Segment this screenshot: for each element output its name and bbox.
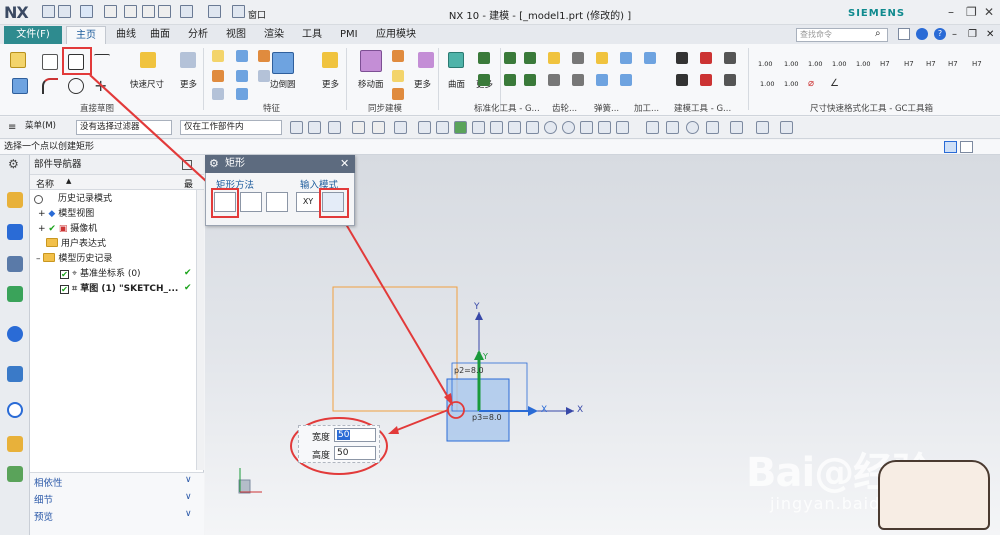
sketch-x-label: X	[541, 405, 548, 415]
input-xy-button[interactable]: XY	[296, 192, 320, 212]
width-value[interactable]: 50	[337, 430, 351, 440]
method-center-button[interactable]	[266, 192, 288, 212]
close-icon[interactable]: ✕	[340, 157, 349, 170]
input-mode-highlight	[319, 188, 349, 218]
height-input[interactable]: 50	[334, 446, 376, 460]
annotation-arrow	[89, 74, 219, 193]
sketch-x-arrow-icon	[528, 406, 538, 416]
triad-box-icon	[238, 479, 251, 494]
method-three-points-button[interactable]	[240, 192, 262, 212]
y-arrow-icon	[475, 312, 483, 320]
y-axis-label: Y	[474, 302, 480, 312]
dialog-title: 矩形	[205, 155, 355, 173]
annotation-arrow	[391, 409, 449, 433]
annotation-arrow	[339, 213, 453, 405]
sketch-y-label: Y	[483, 352, 488, 361]
gear-icon[interactable]: ⚙	[209, 157, 219, 170]
width-input[interactable]: 50	[334, 428, 376, 442]
x-axis-label: X	[577, 405, 584, 415]
annotation-arrowhead-icon	[388, 426, 399, 434]
x-arrow-icon	[566, 407, 574, 415]
height-label: 高度	[312, 451, 331, 461]
cat-mascot-icon	[878, 460, 990, 530]
width-label: 宽度	[312, 433, 331, 443]
dimension-p2[interactable]: p2=8.0	[454, 366, 484, 375]
dimension-p3[interactable]: p3=8.0	[472, 413, 502, 422]
method-highlight	[211, 188, 239, 218]
nx-window: NX 窗口 NX 10 - 建模 - [_model1.prt (修改的) ] …	[0, 0, 1000, 535]
